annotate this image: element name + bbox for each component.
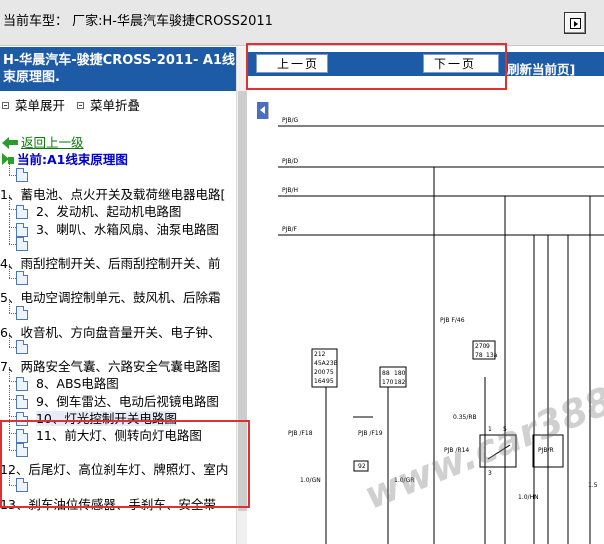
tree-guide-line	[9, 298, 10, 313]
current-item-label: 当前:A1线束原理图	[17, 152, 128, 167]
document-icon	[16, 305, 28, 320]
label-wire-10hn: 1.0/HN	[518, 494, 539, 501]
tree-guide-line	[9, 209, 16, 211]
tree-guide-line	[9, 226, 16, 228]
fuse-a-r2c0: 200	[314, 369, 326, 376]
back-arrow-icon	[2, 137, 18, 149]
tree-item-label: 8、ABS电路图	[35, 376, 119, 392]
tree-doc-item[interactable]: 3、喇叭、水箱风扇、油泵电路图	[16, 219, 219, 238]
tree-folder-item[interactable]: 7、两路安全气囊、六路安全气囊电路图	[0, 356, 220, 375]
label-pjb-f18: PJB /F18	[288, 430, 313, 437]
fuse-a-r3c1: 95	[326, 378, 334, 385]
tree-guide-line	[9, 175, 16, 176]
tree-folder-item[interactable]: 4、雨刮控制开关、后雨刮控制开关、前	[0, 253, 220, 272]
expand-panel-icon	[569, 17, 581, 29]
document-icon	[16, 205, 28, 220]
fuse-b-r1c1: 182	[394, 379, 406, 386]
tree-guide-line	[9, 243, 16, 245]
label-pjb-f: PJB/F	[282, 226, 298, 233]
fuse-a-r3c0: 164	[314, 378, 326, 385]
fuse-b-r1c0: 170	[382, 379, 394, 386]
label-wire-035rb: 0.35/RB	[453, 414, 477, 421]
tree-highlight-box	[0, 420, 250, 508]
tree-item-label: 2、发动机、起动机电路图	[35, 204, 182, 220]
label-pjb-g: PJB/G	[282, 117, 299, 124]
tree-guide-line	[9, 264, 10, 279]
tree-folder-item[interactable]: 1、蓄电池、点火开关及载荷继电器电路[	[0, 184, 225, 203]
toggle-panel-button[interactable]	[564, 12, 586, 34]
fuse-a-r0c0: 212	[314, 351, 326, 358]
tree-item-label: 7、两路安全气囊、六路安全气囊电路图	[0, 359, 221, 375]
tree-guide-line	[9, 381, 16, 383]
fuse-a-r2c1: 75	[326, 369, 334, 376]
fuse-a-r1c1: 23B	[326, 360, 338, 367]
fuse-b-r0c1: 180	[394, 370, 406, 377]
tree-guide-line	[9, 229, 10, 244]
tree-item-label: 1、蓄电池、点火开关及载荷继电器电路[	[0, 187, 226, 203]
vehicle-title: 当前车型： 厂家:H-华晨汽车骏捷CROSS2011	[3, 14, 273, 29]
tree-folder-item[interactable]: 6、收音机、方向盘音量开关、电子钟、	[0, 322, 220, 341]
tree-doc-item[interactable]: 8、ABS电路图	[16, 373, 119, 392]
tree-guide-line	[9, 415, 16, 417]
label-wire-15: 1.5	[588, 482, 598, 489]
tree-guide-line	[9, 312, 16, 314]
tree-guide-line	[9, 384, 10, 399]
fuse-a-r1c0: 45A	[314, 360, 327, 367]
label-pjb-f46: PJB F/46	[440, 317, 465, 324]
document-icon	[16, 222, 28, 237]
fuse-c-r1c1: 13a	[486, 352, 498, 359]
tree-guide-line	[9, 347, 16, 348]
tree-guide-line	[9, 278, 16, 280]
tree-item-label: 9、倒车雷达、电动后视镜电路图	[35, 393, 219, 409]
tree-folder-item[interactable]: 5、电动空调控制单元、鼓风机、后除霜	[0, 287, 220, 306]
document-icon	[16, 394, 28, 409]
tree-doc-item[interactable]	[16, 167, 28, 182]
label-pjb-d: PJB/D	[282, 158, 299, 165]
tree-guide-line	[9, 161, 10, 175]
tree-guide-line	[9, 401, 10, 416]
panel-header: H-华晨汽车-骏捷CROSS-2011- A1线束原理图.	[0, 47, 246, 91]
top-bar: 当前车型： 厂家:H-华晨汽车骏捷CROSS2011	[0, 0, 604, 46]
diagram-panel: 上一页 下一页 刷新当前页] PJB/G PJB/D PJB/H PJB/F P…	[248, 47, 604, 544]
tree-guide-line	[9, 398, 16, 400]
tree-item-label: 4、雨刮控制开关、后雨刮控制开关、前	[0, 256, 221, 271]
tree-guide-line	[9, 333, 10, 347]
tree-guide-line	[9, 367, 10, 382]
tree-doc-item[interactable]	[16, 305, 28, 320]
tree-doc-item[interactable]	[16, 339, 28, 354]
document-icon	[16, 236, 28, 251]
tree-item-label: 3、喇叭、水箱风扇、油泵电路图	[35, 221, 219, 237]
current-item: 当前:A1线束原理图	[2, 149, 128, 168]
document-icon	[16, 340, 28, 354]
collapse-square-icon	[77, 102, 84, 109]
tree-guide-line	[9, 195, 10, 210]
label-wire-10gn: 1.0/GN	[300, 477, 321, 484]
expand-square-icon	[2, 102, 9, 109]
tree-doc-item[interactable]: 2、发动机、起动机电路图	[16, 201, 181, 220]
tree-doc-item[interactable]: 9、倒车雷达、电动后视镜电路图	[16, 391, 219, 410]
menu-collapse-link[interactable]: 菜单折叠	[90, 98, 140, 113]
tree-item-label: 6、收音机、方向盘音量开关、电子钟、	[0, 324, 221, 340]
label-pjb-h: PJB/H	[282, 187, 298, 194]
tree-doc-item[interactable]	[16, 270, 28, 286]
fuse-c-r1c0: 78	[475, 352, 483, 359]
menu-expand-link[interactable]: 菜单展开	[15, 98, 65, 113]
label-box-92: 92	[358, 463, 366, 470]
fuse-b-r0c0: 88	[382, 370, 390, 377]
nav-highlight-box	[246, 43, 507, 90]
back-link-label: 返回上一级	[21, 135, 84, 150]
menu-toggle-row: 菜单展开 菜单折叠	[2, 95, 148, 114]
fuse-c-r0c1: 9	[486, 343, 490, 350]
label-pjb-f19: PJB /F19	[358, 430, 383, 437]
tree-guide-line	[9, 212, 10, 227]
tree-doc-item[interactable]	[16, 236, 28, 251]
tree-item-label: 5、电动空调控制单元、鼓风机、后除霜	[0, 290, 221, 306]
fuse-c-r0c0: 270	[475, 343, 487, 350]
document-icon	[16, 168, 28, 182]
document-icon	[16, 271, 28, 286]
document-icon	[16, 377, 28, 392]
